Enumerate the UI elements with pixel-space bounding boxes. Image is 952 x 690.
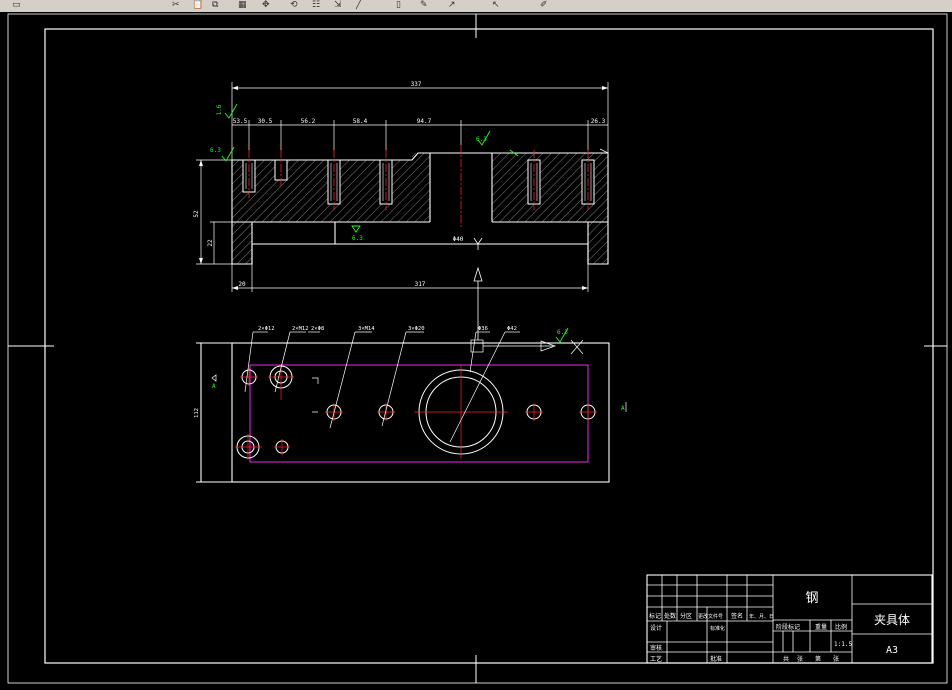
callout-1: 2×Φ12 xyxy=(258,326,275,332)
line-icon[interactable]: ╱ xyxy=(356,1,361,10)
callout-4: 3×M14 xyxy=(358,326,375,332)
tb-header-2: 处数 xyxy=(664,612,676,620)
dim-top-3: 56.2 xyxy=(301,118,316,125)
roughness-top-left: 1.6 xyxy=(216,104,223,115)
tb-sheet-2: 张 xyxy=(797,655,803,663)
arrow-icon[interactable]: ↖ xyxy=(492,1,500,10)
tb-header-3: 分区 xyxy=(680,612,692,620)
pan-icon[interactable]: ✥ xyxy=(262,1,270,10)
dim-plan-width: 112 xyxy=(194,408,200,418)
dim-overall-width: 337 xyxy=(411,81,422,88)
roughness-left: 6.3 xyxy=(210,147,221,154)
properties-icon[interactable]: ☷ xyxy=(312,1,320,10)
tb-sheet-3: 第 xyxy=(815,655,821,663)
cut-icon[interactable]: ✂ xyxy=(172,1,180,10)
dim-top-5: 94.7 xyxy=(417,118,432,125)
tb-scale: 1:1.5 xyxy=(834,641,852,648)
tb-sheet-1: 共 xyxy=(783,655,789,663)
tb-sheet-size: A3 xyxy=(886,645,898,656)
section-mark-left: A xyxy=(212,383,216,390)
dim-bottom-main: 317 xyxy=(415,281,426,288)
callout-2: 2×M12 xyxy=(292,326,309,332)
dim-top-4: 58.4 xyxy=(353,118,368,125)
tb-header-1: 标记 xyxy=(649,612,661,620)
tb-header-5: 签名 xyxy=(731,612,743,620)
window-icon[interactable]: ▭ xyxy=(12,1,21,10)
dim-center: Φ40 xyxy=(453,236,464,243)
front-section-view: 337 53.5 30.5 56.2 58.4 94.7 26.3 52 22 … xyxy=(193,81,609,340)
drawing-canvas[interactable]: 337 53.5 30.5 56.2 58.4 94.7 26.3 52 22 … xyxy=(0,12,952,686)
tb-row-design: 设计 xyxy=(650,624,662,632)
dim-top-6: 26.3 xyxy=(591,118,606,125)
callout-6: Φ36 xyxy=(478,326,488,332)
sheet-frame xyxy=(7,13,948,684)
match-icon[interactable]: ⇲ xyxy=(334,1,342,10)
tb-weight: 重量 xyxy=(815,623,827,631)
callout-7: Φ42 xyxy=(507,326,517,332)
plan-view: 2×Φ12 2×M12 2×Φ8 3×M14 3×Φ20 Φ36 Φ42 112… xyxy=(194,326,627,483)
arrow-icon[interactable]: ↗ xyxy=(448,1,456,10)
dim-bottom-left: 20 xyxy=(238,281,246,288)
dim-top-2: 30.5 xyxy=(258,118,273,125)
tb-row-standard: 标准化 xyxy=(710,625,725,632)
callout-5: 3×Φ20 xyxy=(408,326,425,332)
callout-3: 2×Φ8 xyxy=(311,326,324,332)
tb-material: 钢 xyxy=(805,591,818,606)
paste-icon[interactable]: 📋 xyxy=(192,1,203,10)
brush-icon[interactable]: ✐ xyxy=(540,1,548,10)
rect-icon[interactable]: ▯ xyxy=(396,1,401,10)
tb-sheet-4: 张 xyxy=(833,655,839,663)
cad-drawing: 337 53.5 30.5 56.2 58.4 94.7 26.3 52 22 … xyxy=(7,13,948,684)
copy-icon[interactable]: ⧉ xyxy=(212,1,218,10)
roughness-center: 6.3 xyxy=(476,136,487,143)
tb-header-4: 更改文件号 xyxy=(698,613,723,620)
section-hatch xyxy=(232,153,608,264)
tb-row-approve: 批准 xyxy=(710,655,722,663)
dim-height-step: 22 xyxy=(207,239,214,247)
dim-top-1: 53.5 xyxy=(233,118,248,125)
tb-stage: 阶段标记 xyxy=(776,623,800,631)
table-icon[interactable]: ▦ xyxy=(238,1,247,10)
tb-header-6: 年、月、日 xyxy=(749,613,774,620)
dim-height-total: 52 xyxy=(193,210,200,218)
section-mark-right: A xyxy=(621,405,625,412)
pencil-icon[interactable]: ✎ xyxy=(420,1,428,10)
roughness-bottom: 6.3 xyxy=(352,235,363,242)
tb-row-review: 审核 xyxy=(650,644,662,652)
tb-scale-label: 比例 xyxy=(835,623,847,631)
tb-part-name: 夹具体 xyxy=(874,613,910,627)
tb-row-process: 工艺 xyxy=(650,655,662,663)
zoom-icon[interactable]: ⟲ xyxy=(290,1,298,10)
